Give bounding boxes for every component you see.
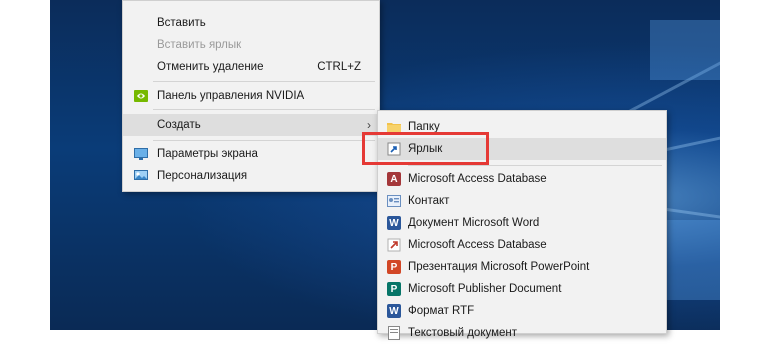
menu-item-paste-shortcut[interactable]: Вставить ярлык — [123, 34, 379, 56]
submenu-item-label: Текстовый документ — [408, 327, 518, 339]
submenu-item-access-database[interactable]: A Microsoft Access Database — [378, 168, 666, 190]
menu-item-label: Вставить ярлык — [157, 39, 242, 51]
submenu-item-label: Формат RTF — [408, 305, 475, 317]
menu-item-label: Создать — [157, 119, 201, 131]
menu-item-personalization[interactable]: Персонализация — [123, 165, 379, 187]
annotation-highlight-box — [362, 132, 489, 165]
menu-item-undo-delete[interactable]: Отменить удаление CTRL+Z — [123, 56, 379, 78]
menu-separator — [153, 140, 375, 141]
menu-item-paste[interactable]: Вставить — [123, 12, 379, 34]
menu-item-display-settings[interactable]: Параметры экрана — [123, 143, 379, 165]
menu-item-label: Панель управления NVIDIA — [157, 90, 305, 102]
access-alt-icon — [386, 237, 402, 253]
shortcut-label: CTRL+Z — [317, 61, 361, 73]
powerpoint-icon: P — [386, 259, 402, 275]
submenu-item-label: Презентация Microsoft PowerPoint — [408, 261, 590, 273]
publisher-icon: P — [386, 281, 402, 297]
menu-separator — [408, 165, 662, 166]
submenu-item-label: Контакт — [408, 195, 450, 207]
menu-item-label: Параметры экрана — [157, 148, 258, 160]
submenu-item-powerpoint[interactable]: P Презентация Microsoft PowerPoint — [378, 256, 666, 278]
submenu-item-label: Microsoft Access Database — [408, 239, 547, 251]
desktop-context-menu: Вставить Вставить ярлык Отменить удалени… — [122, 0, 380, 192]
menu-item-nvidia-control-panel[interactable]: Панель управления NVIDIA — [123, 85, 379, 107]
access-icon: A — [386, 171, 402, 187]
submenu-item-label: Microsoft Publisher Document — [408, 283, 562, 295]
menu-item-label: Отменить удаление — [157, 61, 264, 73]
submenu-item-publisher[interactable]: P Microsoft Publisher Document — [378, 278, 666, 300]
nvidia-icon — [133, 88, 149, 104]
menu-item-label: Вставить — [157, 17, 206, 29]
menu-separator — [153, 81, 375, 82]
chevron-right-icon: › — [367, 118, 371, 132]
submenu-item-rtf[interactable]: W Формат RTF — [378, 300, 666, 322]
windows-logo-pane — [650, 20, 720, 80]
text-document-icon — [386, 325, 402, 341]
submenu-item-contact[interactable]: Контакт — [378, 190, 666, 212]
menu-item-new[interactable]: Создать › — [123, 114, 379, 136]
menu-item-label: Персонализация — [157, 170, 248, 182]
submenu-item-text-document[interactable]: Текстовый документ — [378, 322, 666, 344]
word-icon: W — [386, 215, 402, 231]
menu-separator — [153, 109, 375, 110]
submenu-item-word-document[interactable]: W Документ Microsoft Word — [378, 212, 666, 234]
contact-icon — [386, 193, 402, 209]
submenu-item-label: Microsoft Access Database — [408, 173, 547, 185]
submenu-item-access-database-2[interactable]: Microsoft Access Database — [378, 234, 666, 256]
rtf-icon: W — [386, 303, 402, 319]
display-settings-icon — [133, 146, 149, 162]
submenu-item-label: Документ Microsoft Word — [408, 217, 540, 229]
personalization-icon — [133, 168, 149, 184]
